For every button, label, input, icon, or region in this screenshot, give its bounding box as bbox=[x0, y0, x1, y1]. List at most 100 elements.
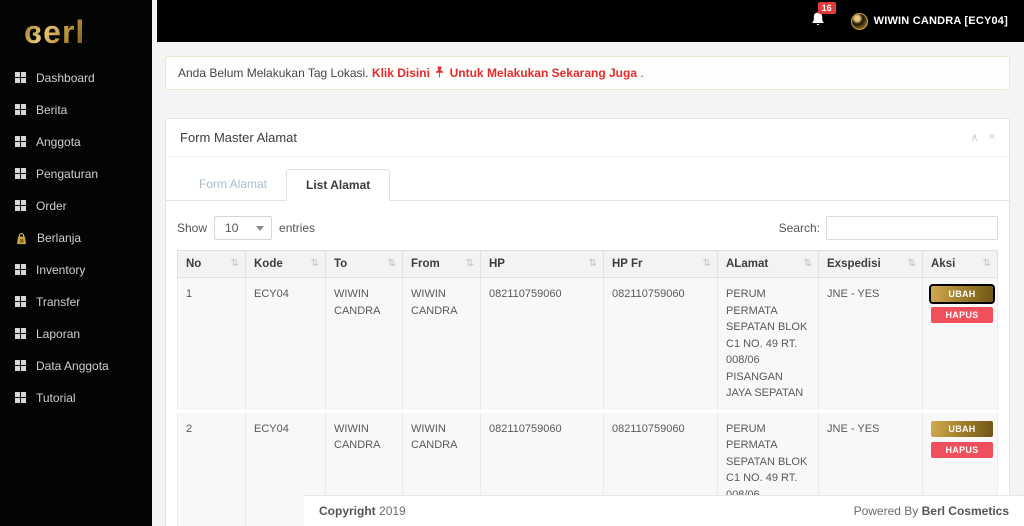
column-header-from[interactable]: From ⇅ bbox=[402, 250, 481, 278]
search-input[interactable] bbox=[826, 216, 998, 240]
close-icon[interactable]: × bbox=[989, 131, 995, 144]
sidebar-item-label: Pengaturan bbox=[36, 167, 99, 181]
search-label: Search: bbox=[778, 221, 820, 235]
panel-header: Form Master Alamat ∧ × bbox=[166, 119, 1009, 157]
sidebar-item-label: Anggota bbox=[36, 135, 81, 149]
sidebar-item-label: Tutorial bbox=[36, 391, 76, 405]
sidebar-item-berita[interactable]: Berita bbox=[0, 94, 152, 126]
tab-form-alamat[interactable]: Form Alamat bbox=[180, 169, 286, 201]
brand-logo-text: erl bbox=[43, 14, 86, 50]
cell-hp: 082110759060 bbox=[480, 277, 604, 413]
sort-icon: ⇅ bbox=[465, 258, 474, 269]
brand-avatar-icon bbox=[850, 12, 868, 30]
cell-hp-fr: 082110759060 bbox=[603, 277, 718, 413]
sidebar-item-pengaturan[interactable]: Pengaturan bbox=[0, 158, 152, 190]
grid-icon bbox=[15, 200, 27, 212]
sidebar-item-label: Laporan bbox=[36, 327, 81, 341]
copyright-text: Copyright 2019 bbox=[319, 504, 406, 518]
sort-icon: ⇅ bbox=[387, 258, 396, 269]
sidebar-item-label: Dashboard bbox=[36, 71, 95, 85]
column-header-alamat[interactable]: ALamat ⇅ bbox=[717, 250, 819, 278]
brand-logo-mark: ɞ bbox=[24, 14, 44, 50]
sidebar-item-anggota[interactable]: Anggota bbox=[0, 126, 152, 158]
sort-icon: ⇅ bbox=[310, 258, 319, 269]
column-header-kode[interactable]: Kode ⇅ bbox=[245, 250, 326, 278]
sidebar-item-laporan[interactable]: Laporan bbox=[0, 318, 152, 350]
grid-icon bbox=[15, 136, 27, 148]
page-length-select[interactable]: 10 bbox=[214, 216, 273, 240]
grid-icon bbox=[15, 296, 27, 308]
hapus-button[interactable]: HAPUS bbox=[931, 307, 993, 323]
pin-icon bbox=[436, 66, 444, 78]
column-header-to[interactable]: To ⇅ bbox=[325, 250, 403, 278]
topbar: 16 WIWIN CANDRA [ECY04] bbox=[157, 0, 1024, 42]
grid-icon bbox=[15, 328, 27, 340]
sort-icon: ⇅ bbox=[982, 258, 991, 269]
entries-label: entries bbox=[279, 221, 316, 235]
cell-from: WIWIN CANDRA bbox=[402, 277, 481, 413]
table-row: 1 ECY04 WIWIN CANDRA WIWIN CANDRA 082110… bbox=[177, 277, 998, 413]
sidebar-item-label: Transfer bbox=[36, 295, 81, 309]
sort-icon: ⇅ bbox=[907, 258, 916, 269]
sidebar-item-data-anggota[interactable]: Data Anggota bbox=[0, 350, 152, 382]
grid-icon bbox=[15, 360, 27, 372]
sidebar-item-label: Data Anggota bbox=[36, 359, 109, 373]
grid-icon bbox=[15, 168, 27, 180]
tab-list-alamat[interactable]: List Alamat bbox=[286, 169, 391, 201]
table-header-row: No ⇅ Kode ⇅ To ⇅ From ⇅ HP ⇅ HP Fr ⇅ ALamat ⇅ E… bbox=[177, 250, 998, 278]
sidebar-item-tutorial[interactable]: Tutorial bbox=[0, 382, 152, 414]
cell-to: WIWIN CANDRA bbox=[325, 277, 403, 413]
cell-exspedisi: JNE - YES bbox=[818, 277, 923, 413]
grid-icon bbox=[15, 264, 27, 276]
sort-icon: ⇅ bbox=[702, 258, 711, 269]
table-wrap: No ⇅ Kode ⇅ To ⇅ From ⇅ HP ⇅ HP Fr ⇅ ALamat ⇅ E… bbox=[166, 250, 1009, 526]
alert-link-part2[interactable]: Untuk Melakukan Sekarang Juga bbox=[450, 66, 637, 80]
collapse-icon[interactable]: ∧ bbox=[971, 131, 979, 144]
cell-no: 2 bbox=[177, 411, 246, 526]
column-header-no[interactable]: No ⇅ bbox=[177, 250, 246, 278]
notifications-button[interactable]: 16 bbox=[811, 1, 836, 32]
sidebar-item-label: Berlanja bbox=[37, 231, 82, 245]
sort-icon: ⇅ bbox=[230, 258, 239, 269]
sidebar-item-label: Berita bbox=[36, 103, 68, 117]
grid-icon bbox=[15, 392, 27, 404]
sidebar-item-order[interactable]: Order bbox=[0, 190, 152, 222]
user-menu[interactable]: WIWIN CANDRA [ECY04] bbox=[850, 12, 1008, 30]
alamat-table: No ⇅ Kode ⇅ To ⇅ From ⇅ HP ⇅ HP Fr ⇅ ALamat ⇅ E… bbox=[177, 250, 998, 526]
cell-kode: ECY04 bbox=[245, 277, 326, 413]
alert-link-part1[interactable]: Klik Disini bbox=[372, 66, 430, 80]
form-master-alamat-panel: Form Master Alamat ∧ × Form Alamat List … bbox=[165, 118, 1010, 526]
alert-text: Anda Belum Melakukan Tag Lokasi. bbox=[178, 66, 369, 80]
column-header-hp-fr[interactable]: HP Fr ⇅ bbox=[603, 250, 718, 278]
tab-bar: Form Alamat List Alamat bbox=[166, 157, 1009, 201]
cell-aksi: UBAH HAPUS bbox=[922, 277, 998, 413]
sort-icon: ⇅ bbox=[803, 258, 812, 269]
sidebar-item-dashboard[interactable]: Dashboard bbox=[0, 62, 152, 94]
cell-no: 1 bbox=[177, 277, 246, 413]
show-label: Show bbox=[177, 221, 208, 235]
panel-title: Form Master Alamat bbox=[180, 130, 298, 145]
sidebar-item-transfer[interactable]: Transfer bbox=[0, 286, 152, 318]
cell-alamat: PERUM PERMATA SEPATAN BLOK C1 NO. 49 RT.… bbox=[717, 277, 819, 413]
sidebar: ɞerl Dashboard Berita Anggota Pengaturan… bbox=[0, 0, 152, 526]
brand-logo[interactable]: ɞerl bbox=[0, 0, 152, 62]
user-name: WIWIN CANDRA [ECY04] bbox=[873, 15, 1008, 27]
main-area: 16 WIWIN CANDRA [ECY04] Anda Belum Melak… bbox=[152, 0, 1024, 526]
column-header-exspedisi[interactable]: Exspedisi ⇅ bbox=[818, 250, 923, 278]
grid-icon bbox=[15, 104, 27, 116]
ubah-button[interactable]: UBAH bbox=[931, 420, 993, 437]
sidebar-item-label: Order bbox=[36, 199, 67, 213]
notification-count-badge: 16 bbox=[817, 1, 836, 14]
sidebar-item-inventory[interactable]: Inventory bbox=[0, 254, 152, 286]
alert-suffix: . bbox=[640, 66, 644, 80]
column-header-hp[interactable]: HP ⇅ bbox=[480, 250, 604, 278]
footer: Copyright 2019 Powered By Berl Cosmetics bbox=[304, 495, 1024, 526]
grid-icon bbox=[15, 72, 27, 84]
hapus-button[interactable]: HAPUS bbox=[931, 441, 993, 458]
page-length-value: 10 bbox=[225, 221, 239, 235]
sidebar-item-berlanja[interactable]: Berlanja bbox=[0, 222, 152, 254]
column-header-aksi[interactable]: Aksi ⇅ bbox=[922, 250, 998, 278]
ubah-button[interactable]: UBAH bbox=[929, 284, 995, 304]
table-controls: Show 10 entries Search: bbox=[166, 201, 1009, 250]
shopping-bag-icon bbox=[17, 232, 26, 244]
